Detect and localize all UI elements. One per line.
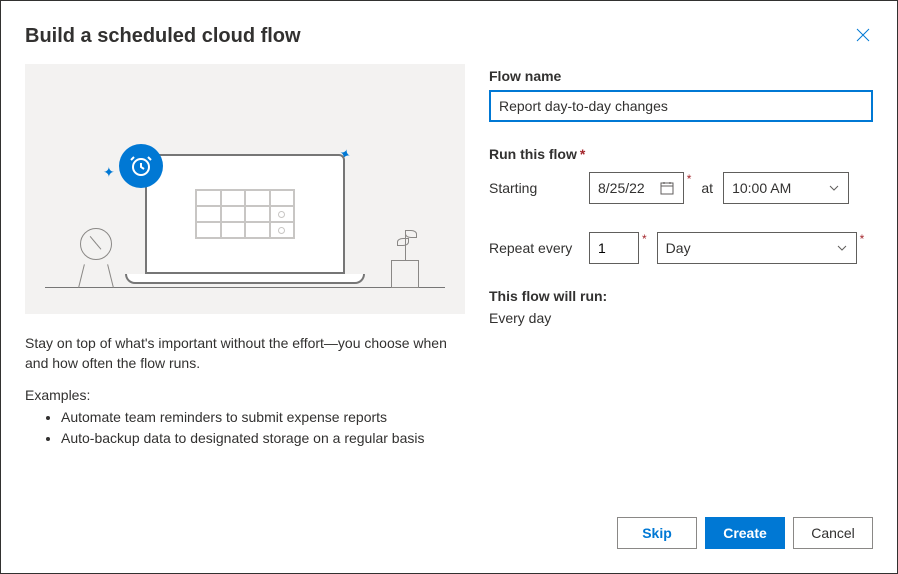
cancel-button[interactable]: Cancel bbox=[793, 517, 873, 549]
repeat-unit-value: Day bbox=[666, 240, 691, 256]
example-item: Auto-backup data to designated storage o… bbox=[61, 428, 465, 449]
run-section-label: Run this flow* bbox=[489, 146, 873, 162]
required-indicator: * bbox=[642, 232, 647, 246]
examples-list: Automate team reminders to submit expens… bbox=[25, 407, 465, 449]
close-button[interactable] bbox=[853, 25, 873, 45]
required-indicator: * bbox=[687, 172, 692, 186]
summary-section: This flow will run: Every day bbox=[489, 288, 873, 326]
starting-time-value: 10:00 AM bbox=[732, 180, 791, 196]
skip-button[interactable]: Skip bbox=[617, 517, 697, 549]
dialog-footer: Skip Create Cancel bbox=[25, 501, 873, 549]
illustration: ✦ ✦ bbox=[25, 64, 465, 314]
create-button[interactable]: Create bbox=[705, 517, 785, 549]
summary-label: This flow will run: bbox=[489, 288, 873, 304]
chevron-down-icon bbox=[836, 242, 848, 254]
examples-label: Examples: bbox=[25, 387, 465, 403]
example-item: Automate team reminders to submit expens… bbox=[61, 407, 465, 428]
repeat-count-input[interactable] bbox=[589, 232, 639, 264]
calendar-icon bbox=[659, 180, 675, 196]
starting-date-picker[interactable]: 8/25/22 bbox=[589, 172, 684, 204]
dialog-title: Build a scheduled cloud flow bbox=[25, 25, 301, 48]
run-section-label-text: Run this flow bbox=[489, 146, 577, 162]
flow-name-input[interactable] bbox=[489, 90, 873, 122]
repeat-unit-dropdown[interactable]: Day bbox=[657, 232, 857, 264]
at-label: at bbox=[701, 180, 713, 196]
required-indicator: * bbox=[580, 146, 585, 162]
starting-time-dropdown[interactable]: 10:00 AM bbox=[723, 172, 849, 204]
alarm-clock-icon bbox=[119, 144, 163, 188]
repeat-label: Repeat every bbox=[489, 240, 579, 256]
left-column: ✦ ✦ bbox=[25, 64, 465, 501]
run-section: Run this flow* Starting 8/25/22 * at 10:… bbox=[489, 146, 873, 264]
summary-text: Every day bbox=[489, 310, 873, 326]
required-indicator: * bbox=[860, 232, 865, 246]
starting-label: Starting bbox=[489, 180, 579, 196]
starting-date-value: 8/25/22 bbox=[598, 180, 645, 196]
chevron-down-icon bbox=[828, 182, 840, 194]
dialog-header: Build a scheduled cloud flow bbox=[25, 25, 873, 48]
starting-row: Starting 8/25/22 * at 10:00 AM bbox=[489, 172, 873, 204]
right-column: Flow name Run this flow* Starting 8/25/2… bbox=[489, 64, 873, 501]
flow-name-label: Flow name bbox=[489, 68, 873, 84]
close-icon bbox=[855, 27, 871, 43]
flow-name-section: Flow name bbox=[489, 68, 873, 122]
description-text: Stay on top of what's important without … bbox=[25, 334, 465, 373]
dialog-content: ✦ ✦ bbox=[25, 64, 873, 501]
scheduled-flow-dialog: Build a scheduled cloud flow ✦ ✦ bbox=[0, 0, 898, 574]
repeat-row: Repeat every * Day * bbox=[489, 232, 873, 264]
